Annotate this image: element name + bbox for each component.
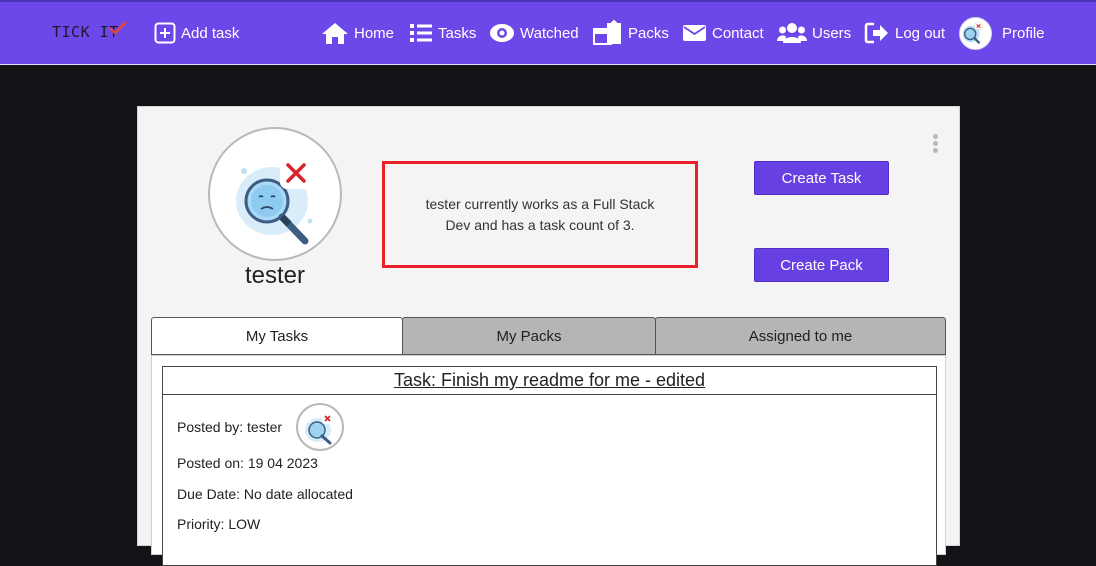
task-card: Task: Finish my readme for me - edited P…	[162, 366, 937, 566]
nav-watched[interactable]: Watched	[489, 20, 579, 46]
nav-profile-label: Profile	[1002, 24, 1045, 42]
nav-contact[interactable]: Contact	[682, 20, 764, 46]
add-task-link[interactable]: Add task	[154, 20, 239, 46]
tab-my-packs[interactable]: My Packs	[402, 317, 656, 355]
kebab-menu-icon[interactable]	[933, 134, 939, 154]
profile-avatar	[959, 16, 992, 50]
checkmark-icon	[109, 21, 127, 35]
task-title[interactable]: Task: Finish my readme for me - edited	[163, 367, 936, 395]
packs-icon	[593, 20, 621, 45]
tab-assigned-to-me[interactable]: Assigned to me	[655, 317, 946, 355]
nav-profile[interactable]: Profile	[959, 14, 1045, 52]
eye-icon	[490, 24, 514, 42]
avatar-magnifier-icon	[305, 413, 333, 445]
avatar-magnifier-icon	[962, 22, 983, 45]
nav-watched-label: Watched	[520, 24, 579, 42]
home-icon	[322, 23, 348, 44]
nav-contact-label: Contact	[712, 24, 764, 42]
brand-logo[interactable]: TICK IT	[52, 21, 127, 41]
nav-packs-label: Packs	[628, 24, 669, 42]
nav-home[interactable]: Home	[321, 20, 394, 46]
nav-users-label: Users	[812, 24, 852, 42]
users-icon	[777, 23, 807, 43]
nav-home-label: Home	[354, 24, 395, 42]
nav-packs[interactable]: Packs	[593, 20, 669, 46]
nav-logout[interactable]: Log out	[864, 20, 945, 46]
profile-tabs: My Tasks My Packs Assigned to me	[151, 317, 946, 355]
create-pack-button[interactable]: Create Pack	[754, 248, 889, 282]
profile-card: tester tester currently works as a Full …	[137, 106, 960, 566]
navbar: TICK IT Add task Home Tasks Watched Pack…	[0, 0, 1096, 65]
logout-icon	[864, 22, 888, 44]
list-icon	[410, 24, 432, 42]
nav-tasks[interactable]: Tasks	[409, 20, 476, 46]
avatar-illustration-icon	[236, 157, 313, 245]
profile-avatar-large	[208, 127, 342, 261]
tab-panel: Task: Finish my readme for me - edited P…	[151, 355, 946, 566]
add-task-label: Add task	[181, 24, 240, 42]
nav-tasks-label: Tasks	[438, 24, 477, 42]
envelope-icon	[683, 25, 706, 41]
add-square-icon	[154, 22, 176, 44]
create-task-button[interactable]: Create Task	[754, 161, 889, 195]
task-posted-on: Posted on: 19 04 2023	[177, 455, 318, 471]
tab-my-tasks[interactable]: My Tasks	[151, 317, 403, 355]
nav-logout-label: Log out	[895, 24, 946, 42]
profile-username: tester	[244, 262, 306, 289]
task-owner-avatar[interactable]	[296, 403, 344, 451]
profile-bio-text: tester currently works as a Full Stack D…	[425, 195, 655, 233]
task-due-date: Due Date: No date allocated	[177, 486, 353, 502]
nav-users[interactable]: Users	[777, 20, 851, 46]
task-priority: Priority: LOW	[177, 516, 261, 532]
task-posted-by: Posted by: tester	[177, 419, 283, 435]
profile-bio: tester currently works as a Full Stack D…	[382, 161, 698, 268]
